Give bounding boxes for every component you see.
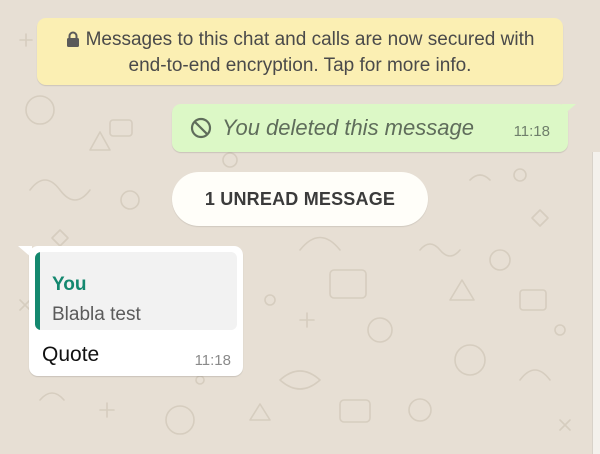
deleted-message-bubble[interactable]: You deleted this message 11:18 <box>172 104 568 152</box>
encryption-notice-line1: Messages to this chat and calls are now … <box>85 29 535 50</box>
scrollbar-edge <box>592 152 600 454</box>
message-timestamp: 11:18 <box>194 352 231 369</box>
quoted-message[interactable]: You Blabla test <box>35 252 237 330</box>
incoming-message-bubble[interactable]: You Blabla test Quote 11:18 <box>29 246 243 376</box>
quote-text: Blabla test <box>52 304 141 325</box>
message-timestamp: 11:18 <box>513 123 550 140</box>
encryption-notice-line2: end-to-end encryption. Tap for more info… <box>128 55 472 76</box>
unread-divider: 1 UNREAD MESSAGE <box>172 172 428 226</box>
ban-icon <box>190 117 212 144</box>
message-text: Quote <box>42 343 100 366</box>
encryption-notice[interactable]: Messages to this chat and calls are now … <box>37 18 563 85</box>
outgoing-bubble-tail <box>562 104 576 116</box>
quote-accent-bar <box>35 252 40 330</box>
quote-author: You <box>52 274 87 295</box>
deleted-message-text: You deleted this message <box>222 115 474 140</box>
lock-icon <box>66 30 80 54</box>
